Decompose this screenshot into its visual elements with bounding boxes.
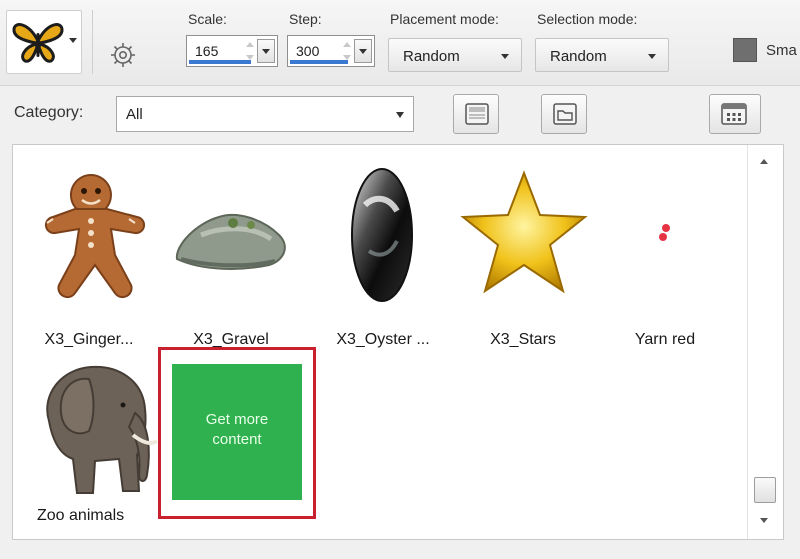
chevron-down-icon[interactable] (69, 38, 77, 43)
step-label: Step: (289, 11, 322, 27)
category-value: All (126, 106, 143, 123)
elephant-icon (46, 365, 159, 494)
placement-mode-label: Placement mode: (390, 11, 499, 27)
window-icon (465, 103, 489, 125)
gear-icon[interactable] (108, 40, 138, 70)
calendar-grid-icon (721, 103, 747, 125)
picture-tube-picker[interactable] (6, 10, 82, 74)
scale-slider-bar[interactable] (189, 60, 251, 64)
gallery-item-yarn-red[interactable]: Yarn red (599, 159, 731, 349)
folder-icon (553, 103, 577, 125)
item-label: X3_Oyster ... (336, 331, 430, 348)
item-label: X3_Stars (490, 331, 556, 348)
grid-view-button[interactable] (709, 94, 761, 134)
get-more-content-button[interactable]: Get more content (172, 364, 302, 500)
toolbar-separator (92, 10, 93, 74)
item-label: Yarn red (634, 331, 696, 348)
selection-mode-value: Random (550, 48, 607, 65)
scroll-down-icon[interactable] (760, 518, 768, 523)
category-label: Category: (14, 104, 84, 121)
item-label: Zoo animals (37, 507, 125, 524)
picture-tube-gallery: X3_Ginger... X3_Gravel X3_Oyster ... X3_… (12, 144, 784, 540)
view-mode-button[interactable] (453, 94, 499, 134)
spin-arrows-icon[interactable] (342, 40, 352, 62)
gallery-item-gravel[interactable]: X3_Gravel (161, 159, 301, 349)
gold-star-icon (460, 170, 588, 294)
placement-mode-value: Random (403, 48, 460, 65)
scale-dropdown-button[interactable] (257, 39, 275, 63)
gallery-item-stars[interactable]: X3_Stars (453, 159, 593, 349)
gravel-rock-icon (175, 214, 286, 270)
category-select[interactable]: All (116, 96, 414, 132)
yarn-red-icon (659, 224, 670, 241)
gingerbread-man-icon (44, 174, 146, 299)
butterfly-icon (12, 23, 64, 63)
chevron-down-icon (396, 112, 404, 118)
scale-label: Scale: (188, 11, 227, 27)
chevron-down-icon (501, 54, 509, 59)
oyster-shell-icon (351, 168, 413, 302)
scroll-up-icon[interactable] (760, 159, 768, 164)
get-more-content-highlight: Get more content (158, 347, 316, 519)
selection-mode-label: Selection mode: (537, 11, 638, 27)
step-slider-bar[interactable] (290, 60, 348, 64)
get-more-line2: content (212, 431, 262, 448)
step-dropdown-button[interactable] (354, 39, 372, 63)
step-value[interactable]: 300 (296, 43, 319, 59)
vertical-scrollbar[interactable] (747, 145, 783, 539)
selection-mode-select[interactable]: Random (535, 38, 669, 72)
get-more-content-text[interactable]: Get more content (172, 410, 302, 450)
gallery-item-zoo-animals[interactable]: Zoo animals (25, 347, 161, 537)
open-folder-button[interactable] (541, 94, 587, 134)
placement-mode-select[interactable]: Random (388, 38, 522, 72)
smart-label[interactable]: Sma (766, 42, 797, 59)
gallery-item-oyster[interactable]: X3_Oyster ... (313, 159, 453, 349)
toolbar: Scale: 165 Step: 300 Placement mode: Ran… (0, 0, 800, 86)
spin-arrows-icon[interactable] (245, 40, 255, 62)
scale-value[interactable]: 165 (195, 43, 218, 59)
gallery-item-gingerbread[interactable]: X3_Ginger... (25, 159, 153, 349)
smart-checkbox[interactable] (733, 38, 757, 62)
get-more-line1: Get more (205, 411, 269, 428)
chevron-down-icon (648, 54, 656, 59)
step-spinner[interactable]: 300 (287, 35, 375, 67)
scrollbar-thumb[interactable] (754, 477, 776, 503)
scale-spinner[interactable]: 165 (186, 35, 278, 67)
